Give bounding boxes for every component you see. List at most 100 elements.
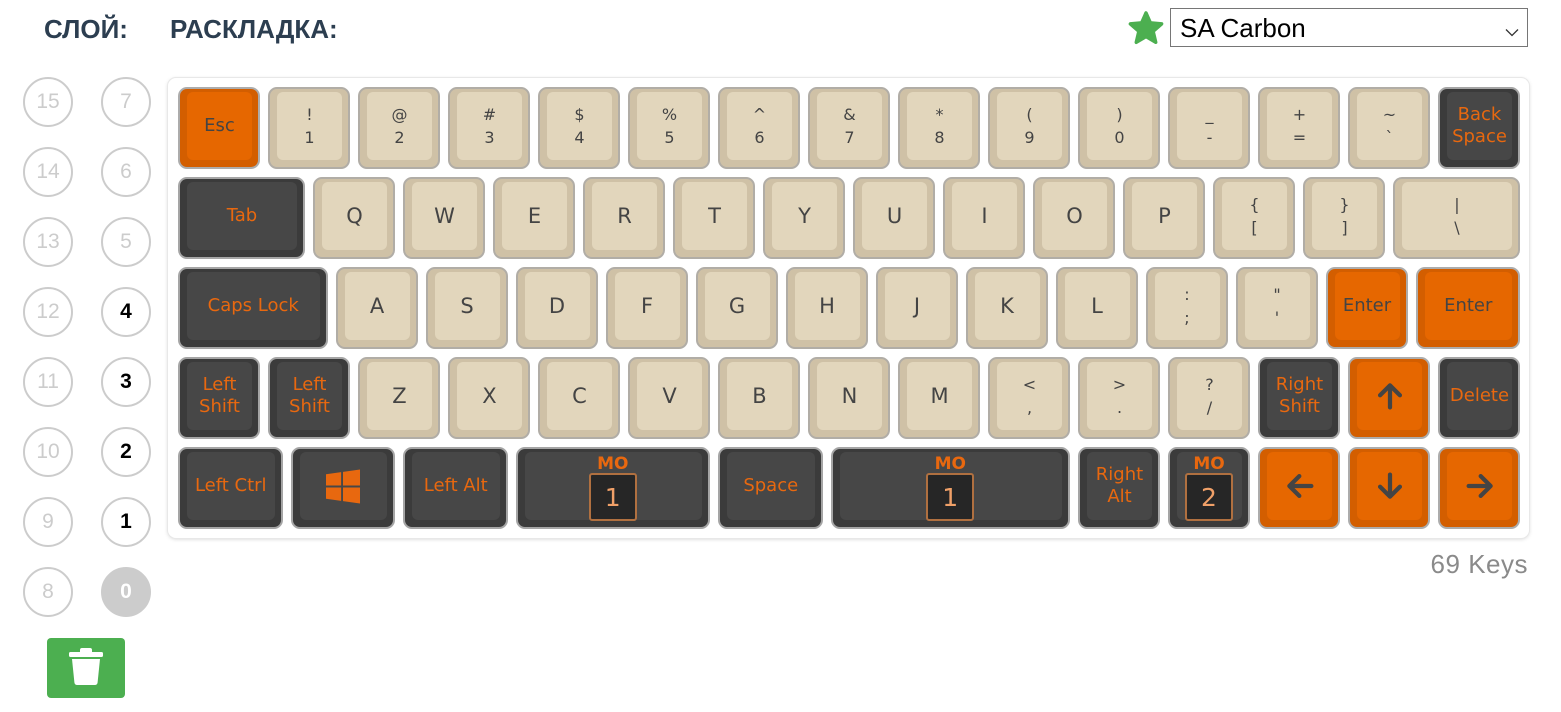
key-right-alt[interactable]: Right Alt [1078,447,1160,529]
key-legend: N [841,384,858,408]
key-v[interactable]: V [628,357,710,439]
key-legend: E [527,204,542,228]
key-enter[interactable]: Enter [1325,267,1408,349]
key-h[interactable]: H [785,267,868,349]
key-equals[interactable]: + = [1258,87,1340,169]
key-m[interactable]: M [898,357,980,439]
key-semicolon[interactable]: :; [1145,267,1228,349]
key-legend: G [728,294,746,318]
key-u[interactable]: U [853,177,935,259]
key-x[interactable]: X [448,357,530,439]
key-arrow-right[interactable] [1438,447,1520,529]
delete-layer-button[interactable] [47,638,125,698]
key-y[interactable]: Y [763,177,845,259]
key-mo-1[interactable]: MO 1 [515,447,710,529]
key-j[interactable]: J [875,267,958,349]
key-l[interactable]: L [1055,267,1138,349]
key-legend: W [434,204,455,228]
key-6[interactable]: ^ 6 [718,87,800,169]
key-e[interactable]: E [493,177,575,259]
key-arrow-down[interactable] [1348,447,1430,529]
key-i[interactable]: I [943,177,1025,259]
key-o[interactable]: O [1033,177,1115,259]
key-mo-2[interactable]: MO 2 [1168,447,1250,529]
key-a[interactable]: A [335,267,418,349]
key-windows-logo[interactable] [290,447,395,529]
layer-button-10[interactable]: 10 [23,427,73,477]
key-9[interactable]: (9 [988,87,1070,169]
key-s[interactable]: S [425,267,508,349]
key-t[interactable]: T [673,177,755,259]
layer-button-5[interactable]: 5 [101,217,151,267]
keycap-top: V [637,362,702,430]
key-arrow-up[interactable] [1348,357,1430,439]
key-comma[interactable]: <, [988,357,1070,439]
key-slash[interactable]: ? / [1168,357,1250,439]
layer-button-9[interactable]: 9 [23,497,73,547]
key-left-shift[interactable]: Left Shift [178,357,260,439]
key-minus[interactable]: _ - [1168,87,1250,169]
key-r[interactable]: R [583,177,665,259]
key-right-shift[interactable]: Right Shift [1258,357,1340,439]
layer-button-8[interactable]: 8 [23,567,73,617]
layer-number: 9 [42,510,54,533]
key-3[interactable]: #3 [448,87,530,169]
key-left-shift[interactable]: Left Shift [268,357,350,439]
key-d[interactable]: D [515,267,598,349]
key-b[interactable]: B [718,357,800,439]
key-p[interactable]: P [1123,177,1205,259]
key-f[interactable]: F [605,267,688,349]
layer-button-15[interactable]: 15 [23,77,73,127]
layer-button-14[interactable]: 14 [23,147,73,197]
key-2[interactable]: @2 [358,87,440,169]
key-c[interactable]: C [538,357,620,439]
layer-button-7[interactable]: 7 [101,77,151,127]
key-k[interactable]: K [965,267,1048,349]
key-enter[interactable]: Enter [1415,267,1520,349]
key-right-bracket[interactable]: }] [1303,177,1385,259]
layer-button-4[interactable]: 4 [101,287,151,337]
key-period[interactable]: >. [1078,357,1160,439]
key-z[interactable]: Z [358,357,440,439]
key-7[interactable]: & 7 [808,87,890,169]
key-arrow-left[interactable] [1258,447,1340,529]
key-n[interactable]: N [808,357,890,439]
key-grave[interactable]: ~ ` [1348,87,1430,169]
keymap-select[interactable]: SA Carbon [1170,8,1528,47]
layer-button-12[interactable]: 12 [23,287,73,337]
key-0[interactable]: ) 0 [1078,87,1160,169]
key-left-alt[interactable]: Left Alt [403,447,508,529]
key-tab[interactable]: Tab [178,177,305,259]
key-caps-lock[interactable]: Caps Lock [178,267,328,349]
layer-button-2[interactable]: 2 [101,427,151,477]
key-left-ctrl[interactable]: Left Ctrl [178,447,283,529]
key-q[interactable]: Q [313,177,395,259]
key-legend-bottom: 4 [574,128,585,147]
keycap-top: Y [772,182,837,250]
key-g[interactable]: G [695,267,778,349]
layer-button-3[interactable]: 3 [101,357,151,407]
key-8[interactable]: * 8 [898,87,980,169]
arrow-down-icon [1373,469,1407,503]
layer-button-13[interactable]: 13 [23,217,73,267]
layer-button-0[interactable]: 0 [101,567,151,617]
key-5[interactable]: % 5 [628,87,710,169]
key-delete[interactable]: Delete [1438,357,1520,439]
key-w[interactable]: W [403,177,485,259]
layer-button-1[interactable]: 1 [101,497,151,547]
key-1[interactable]: ! 1 [268,87,350,169]
key-space[interactable]: Space [718,447,823,529]
key-esc[interactable]: Esc [178,87,260,169]
key-4[interactable]: $4 [538,87,620,169]
layer-number: 8 [42,580,54,603]
layer-button-6[interactable]: 6 [101,147,151,197]
key-legend: B [752,384,767,408]
key-back-space[interactable]: Back Space [1438,87,1520,169]
layer-button-11[interactable]: 11 [23,357,73,407]
key-legend-bottom: - [1206,128,1213,147]
key-left-bracket[interactable]: {[ [1213,177,1295,259]
key-mo-1[interactable]: MO 1 [830,447,1070,529]
star-icon[interactable] [1126,9,1166,49]
key-backslash[interactable]: | \ [1393,177,1520,259]
key-quote[interactable]: " ' [1235,267,1318,349]
